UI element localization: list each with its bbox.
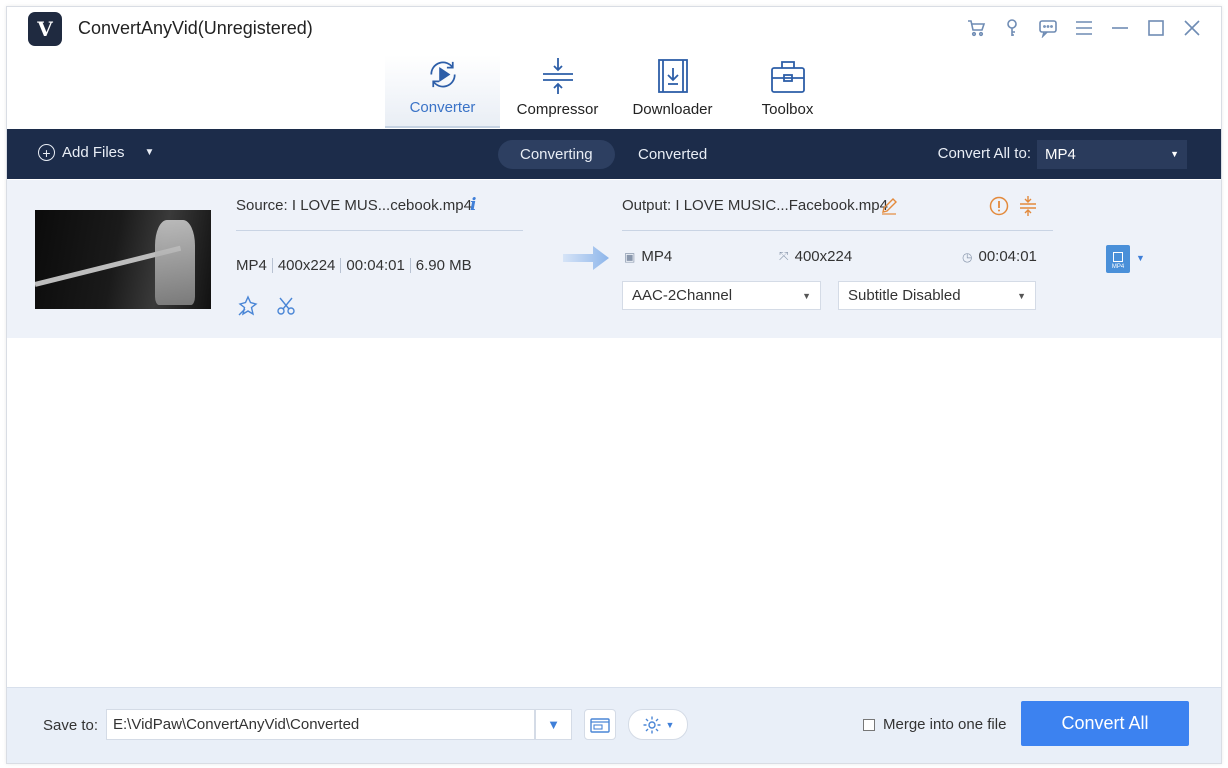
warning-info-icon[interactable] <box>989 196 1009 216</box>
chevron-down-icon: ▼ <box>1170 149 1179 159</box>
key-icon[interactable] <box>1001 17 1023 39</box>
output-format: ▣ MP4 <box>624 248 672 265</box>
minimize-icon[interactable] <box>1109 17 1131 39</box>
chevron-down-icon: ▼ <box>1017 291 1026 301</box>
convert-all-format-value: MP4 <box>1045 146 1076 163</box>
source-filename: Source: I LOVE MUS...cebook.mp4 <box>236 197 472 214</box>
open-folder-button[interactable] <box>584 709 616 740</box>
tab-converter[interactable]: Converter <box>385 55 500 128</box>
output-format-icon[interactable]: MP4 <box>1106 245 1130 273</box>
audio-track-select[interactable]: AAC-2Channel ▼ <box>622 281 821 310</box>
save-to-label: Save to: <box>43 717 99 734</box>
downloader-icon <box>657 59 688 93</box>
output-resolution: ⤧ 400x224 <box>779 248 852 265</box>
output-duration-value: 00:04:01 <box>978 248 1037 265</box>
tab-label: Compressor <box>516 101 599 118</box>
chat-icon[interactable] <box>1037 17 1059 39</box>
video-thumbnail[interactable] <box>35 210 211 309</box>
chevron-down-icon[interactable]: ▼ <box>145 147 155 158</box>
tab-converting[interactable]: Converting <box>498 140 615 169</box>
source-size: 6.90 MB <box>415 257 472 274</box>
convert-all-button[interactable]: Convert All <box>1021 701 1189 746</box>
settings-button[interactable]: ▼ <box>628 709 688 740</box>
tab-converted-label: Converted <box>638 146 708 163</box>
subtitle-value: Subtitle Disabled <box>848 287 961 304</box>
checkbox[interactable] <box>863 718 875 731</box>
tab-label: Converter <box>409 99 476 116</box>
title-bar: V ConvertAnyVid(Unregistered) <box>7 7 1221 51</box>
footer-bar: Save to: E:\VidPaw\ConvertAnyVid\Convert… <box>7 687 1221 763</box>
output-format-value: MP4 <box>641 248 673 265</box>
folder-icon <box>590 717 610 733</box>
film-icon: ▣ <box>624 249 636 264</box>
merge-checkbox[interactable]: Merge into one file <box>863 716 1006 733</box>
tab-downloader[interactable]: Downloader <box>615 55 730 128</box>
edit-tools <box>237 295 297 317</box>
scissors-icon[interactable] <box>275 295 297 317</box>
toolbox-icon <box>770 61 805 93</box>
converter-toolbar: + Add Files ▼ Converting Converted Conve… <box>7 129 1221 179</box>
save-path-input[interactable]: E:\VidPaw\ConvertAnyVid\Converted <box>106 709 535 740</box>
info-icon[interactable]: i <box>470 195 476 215</box>
save-path-dropdown[interactable]: ▼ <box>535 709 572 740</box>
maximize-icon[interactable] <box>1145 17 1167 39</box>
merge-label: Merge into one file <box>883 716 1007 733</box>
window-controls <box>965 17 1203 39</box>
split-icon[interactable] <box>1018 195 1038 217</box>
subtitle-select[interactable]: Subtitle Disabled ▼ <box>838 281 1036 310</box>
chevron-down-icon: ▼ <box>665 719 675 730</box>
edit-pencil-icon[interactable] <box>880 197 898 215</box>
app-window: V ConvertAnyVid(Unregistered) Converter … <box>6 6 1222 764</box>
chevron-down-icon: ▼ <box>802 291 811 301</box>
output-resolution-value: 400x224 <box>794 248 853 265</box>
plus-icon: + <box>38 144 55 161</box>
convert-all-to-label: Convert All to: <box>937 145 1031 162</box>
tab-compressor[interactable]: Compressor <box>500 55 615 128</box>
tab-toolbox[interactable]: Toolbox <box>730 55 845 128</box>
divider <box>622 230 1053 231</box>
chevron-down-icon: ▼ <box>547 717 560 732</box>
chevron-down-icon[interactable]: ▼ <box>1136 253 1145 263</box>
gear-icon <box>643 716 661 733</box>
convert-arrow-icon <box>563 246 609 270</box>
output-filename: Output: I LOVE MUSIC...Facebook.mp4 <box>622 197 888 214</box>
module-tabs: Converter Compressor Downloader Toolbox <box>385 55 845 128</box>
tab-converting-label: Converting <box>520 146 593 163</box>
clock-icon: ◷ <box>962 249 973 264</box>
divider <box>236 230 523 231</box>
enhance-icon[interactable] <box>237 295 259 317</box>
source-resolution: 400x224 <box>277 257 336 274</box>
app-title: ConvertAnyVid(Unregistered) <box>78 18 313 38</box>
convert-all-format-select[interactable]: MP4 ▼ <box>1037 140 1187 169</box>
tab-label: Toolbox <box>761 101 814 118</box>
add-files-label: Add Files <box>62 144 125 161</box>
audio-track-value: AAC-2Channel <box>632 287 733 304</box>
source-meta: MP4 400x224 00:04:01 6.90 MB <box>236 257 472 274</box>
source-duration: 00:04:01 <box>346 257 405 274</box>
app-logo: V <box>28 12 62 46</box>
source-format: MP4 <box>236 257 267 274</box>
tab-converted[interactable]: Converted <box>616 140 729 169</box>
tab-label: Downloader <box>632 101 713 118</box>
add-files-button[interactable]: + Add Files ▼ <box>38 144 154 161</box>
file-row: Source: I LOVE MUS...cebook.mp4 i MP4 40… <box>7 180 1221 338</box>
resize-icon: ⤧ <box>779 249 789 263</box>
compressor-icon <box>542 58 573 94</box>
output-duration: ◷ 00:04:01 <box>962 248 1037 265</box>
close-icon[interactable] <box>1181 17 1203 39</box>
menu-icon[interactable] <box>1073 17 1095 39</box>
converter-icon <box>429 61 456 88</box>
cart-icon[interactable] <box>965 17 987 39</box>
